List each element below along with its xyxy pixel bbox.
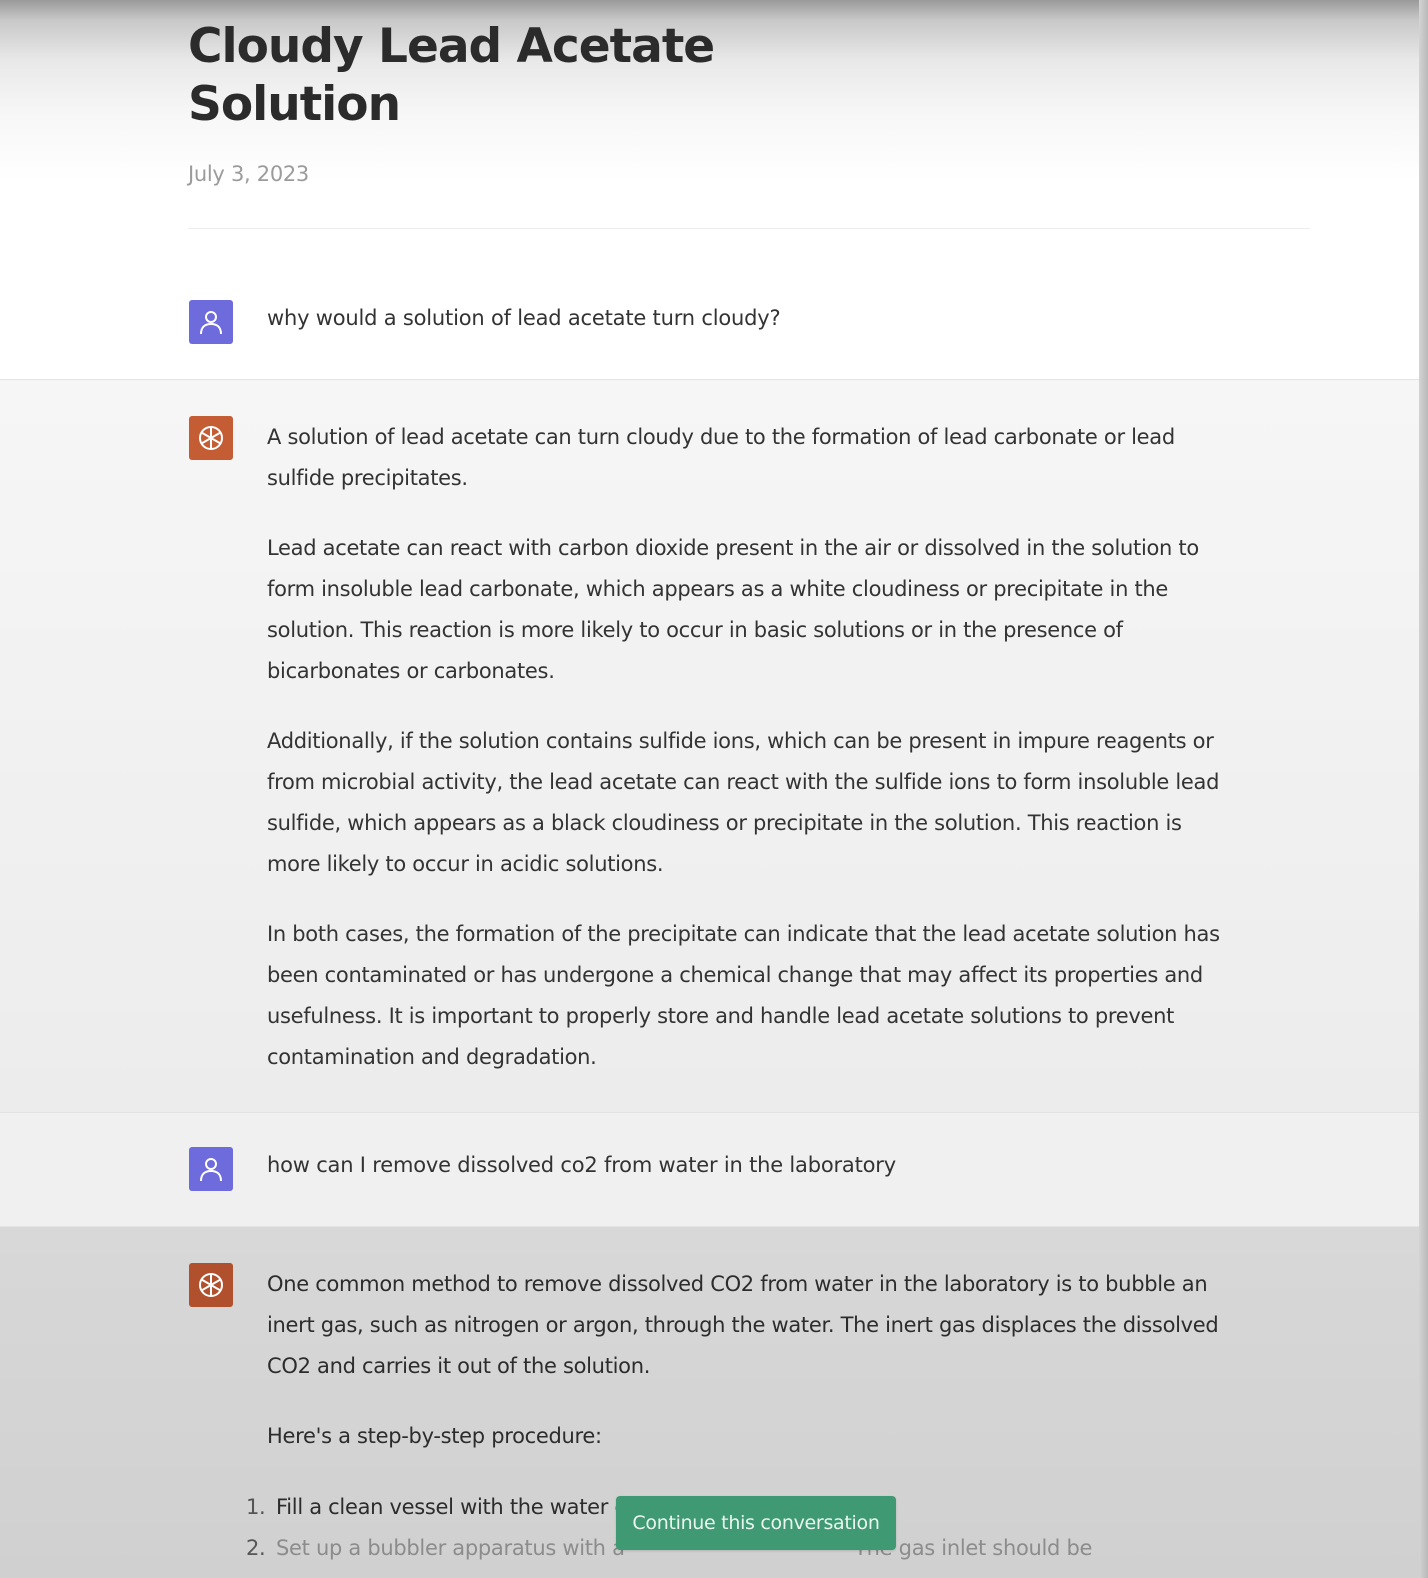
assistant-avatar [189,1263,233,1307]
answer-paragraph: Additionally, if the solution contains s… [267,729,1220,876]
assistant-message-body: One common method to remove dissolved CO… [267,1264,1227,1486]
answer-paragraph: Lead acetate can react with carbon dioxi… [267,536,1199,683]
step-number: 2. [246,1536,266,1560]
user-message-text: how can I remove dissolved co2 from wate… [267,1153,896,1177]
openai-logo-icon [199,1273,223,1297]
assistant-message: A solution of lead acetate can turn clou… [0,379,1428,1113]
answer-paragraph: Here's a step-by-step procedure: [267,1424,602,1448]
openai-logo-icon [199,426,223,450]
user-message-text: why would a solution of lead acetate tur… [267,306,781,330]
page-header: Cloudy Lead Acetate Solution July 3, 202… [0,0,1428,230]
user-icon [200,1158,222,1182]
conversation-date: July 3, 2023 [188,162,309,186]
continue-conversation-button[interactable]: Continue this conversation [616,1496,896,1550]
shared-conversation-page: Cloudy Lead Acetate Solution July 3, 202… [0,0,1428,1578]
assistant-avatar [189,416,233,460]
answer-paragraph: A solution of lead acetate can turn clou… [267,425,1175,490]
answer-paragraph: In both cases, the formation of the prec… [267,922,1220,1069]
header-divider [188,228,1310,229]
user-message: how can I remove dissolved co2 from wate… [0,1112,1428,1227]
page-title: Cloudy Lead Acetate Solution [188,19,715,132]
user-avatar [189,1147,233,1191]
assistant-message-body: A solution of lead acetate can turn clou… [267,417,1227,1107]
window-edge [1419,0,1428,1578]
user-avatar [189,300,233,344]
step-text: Fill a clean vessel with the water c [276,1495,626,1519]
user-message: why would a solution of lead acetate tur… [0,268,1428,380]
answer-paragraph: One common method to remove dissolved CO… [267,1272,1219,1378]
step-number: 1. [246,1495,266,1519]
user-icon [200,311,222,335]
